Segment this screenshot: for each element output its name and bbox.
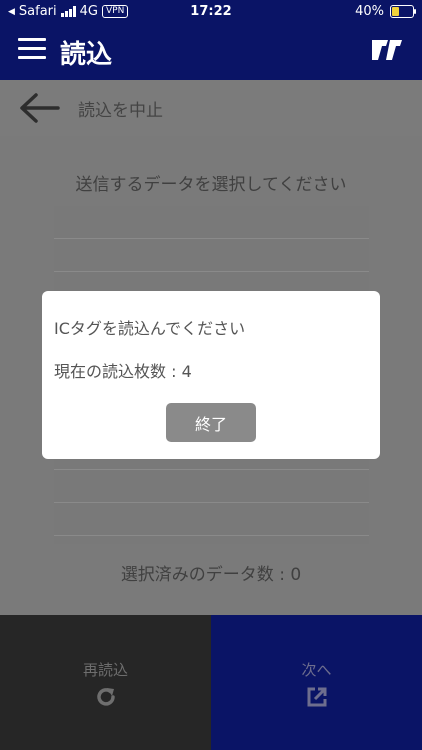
read-dialog: ICタグを読込んでください 現在の読込枚数 : 4 終了 [42,291,380,459]
dialog-message: ICタグを読込んでください [54,319,246,338]
finish-button[interactable]: 終了 [166,403,256,442]
dialog-read-count: 現在の読込枚数 : 4 [54,362,192,381]
modal-overlay: ICタグを読込んでください 現在の読込枚数 : 4 終了 [0,0,422,750]
